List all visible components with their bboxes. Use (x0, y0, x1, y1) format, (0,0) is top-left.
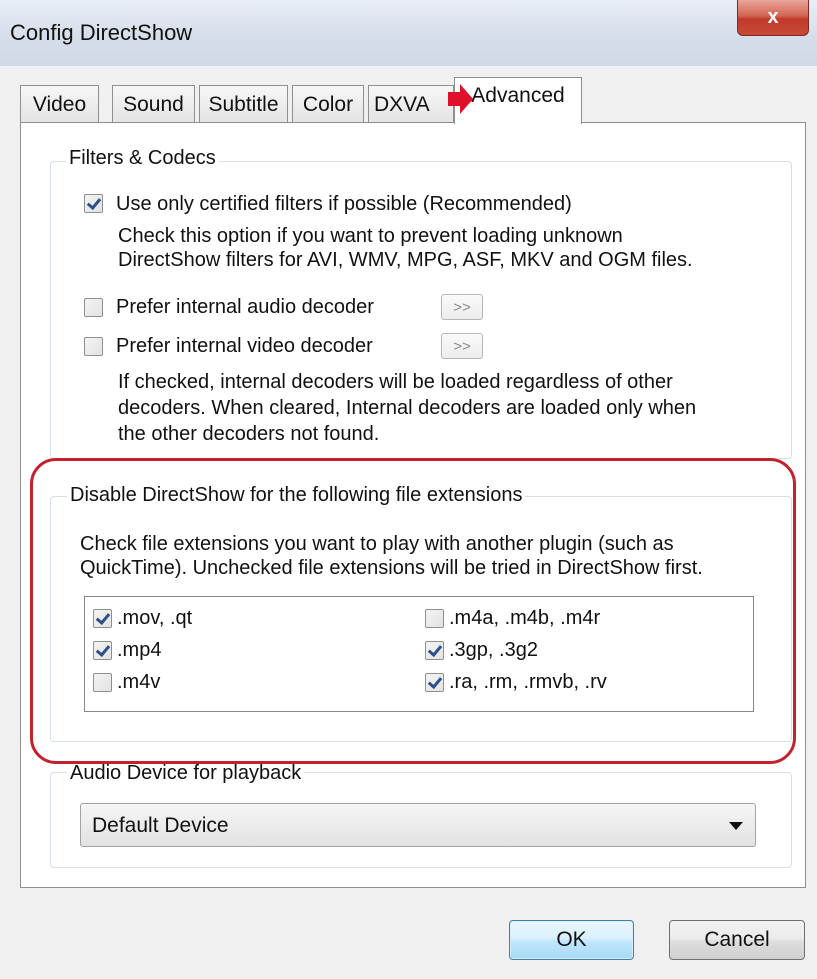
selected-value: Default Device (92, 814, 229, 837)
ext-m4v-checkbox[interactable] (93, 673, 112, 692)
chevron-down-icon (729, 822, 743, 830)
video-decoder-options-button[interactable]: >> (441, 333, 483, 359)
tab-label: Advanced (471, 84, 565, 107)
tab-label: Video (32, 92, 87, 116)
video-decoder-label: Prefer internal video decoder (116, 335, 373, 357)
ext-m4v-label: .m4v (117, 671, 161, 693)
extensions-list[interactable]: .mov, .qt .mp4 .m4v .m4a, .m4b, .m4r .3g… (84, 596, 754, 712)
tab-label: Color (302, 92, 354, 116)
certified-filters-checkbox[interactable] (84, 194, 103, 213)
button-label: >> (453, 337, 471, 355)
ext-mov-label: .mov, .qt (117, 607, 193, 629)
ext-mp4-checkbox[interactable] (93, 641, 112, 660)
audio-device-select[interactable]: Default Device (80, 803, 756, 847)
close-icon: x (767, 6, 779, 28)
tab-label: Subtitle (208, 92, 279, 116)
certified-desc: Check this option if you want to prevent… (118, 225, 623, 247)
group-title: Audio Device for playback (67, 762, 305, 785)
certified-desc: DirectShow filters for AVI, WMV, MPG, AS… (118, 249, 693, 271)
cancel-button[interactable]: Cancel (669, 920, 805, 960)
video-decoder-checkbox[interactable] (84, 337, 103, 356)
audio-decoder-checkbox[interactable] (84, 298, 103, 317)
ext-ra-label: .ra, .rm, .rmvb, .rv (449, 671, 607, 693)
tab-label: DXVA (374, 92, 430, 116)
tab-subtitle[interactable]: Subtitle (199, 85, 288, 123)
tab-sound[interactable]: Sound (112, 85, 195, 123)
button-label: Cancel (704, 928, 770, 951)
tab-video[interactable]: Video (20, 85, 99, 123)
title-bar: Config DirectShow x (0, 0, 817, 66)
decoder-desc: If checked, internal decoders will be lo… (118, 371, 673, 393)
ext-mp4-label: .mp4 (117, 639, 162, 661)
decoder-desc: decoders. When cleared, Internal decoder… (118, 397, 697, 419)
disable-desc: Check file extensions you want to play w… (80, 533, 674, 555)
ext-m4a-checkbox[interactable] (425, 609, 444, 628)
ext-m4a-label: .m4a, .m4b, .m4r (449, 607, 601, 629)
tab-label: Sound (123, 92, 184, 116)
close-button[interactable]: x (737, 0, 809, 36)
tab-dxva[interactable]: DXVA (368, 85, 454, 123)
ok-button[interactable]: OK (509, 920, 634, 960)
disable-desc: QuickTime). Unchecked file extensions wi… (80, 557, 703, 579)
ext-mov-checkbox[interactable] (93, 609, 112, 628)
ext-3gp-checkbox[interactable] (425, 641, 444, 660)
window-title: Config DirectShow (10, 20, 193, 45)
button-label: >> (453, 298, 471, 316)
red-arrow-icon (448, 84, 473, 114)
button-label: OK (556, 928, 587, 951)
certified-filters-label: Use only certified filters if possible (… (116, 193, 572, 215)
group-title: Disable DirectShow for the following fil… (67, 484, 526, 507)
audio-decoder-label: Prefer internal audio decoder (116, 296, 374, 318)
decoder-desc: the other decoders not found. (118, 423, 380, 445)
group-title: Filters & Codecs (66, 147, 219, 170)
tab-color[interactable]: Color (292, 85, 364, 123)
ext-ra-checkbox[interactable] (425, 673, 444, 692)
audio-decoder-options-button[interactable]: >> (441, 294, 483, 320)
ext-3gp-label: .3gp, .3g2 (449, 639, 538, 661)
